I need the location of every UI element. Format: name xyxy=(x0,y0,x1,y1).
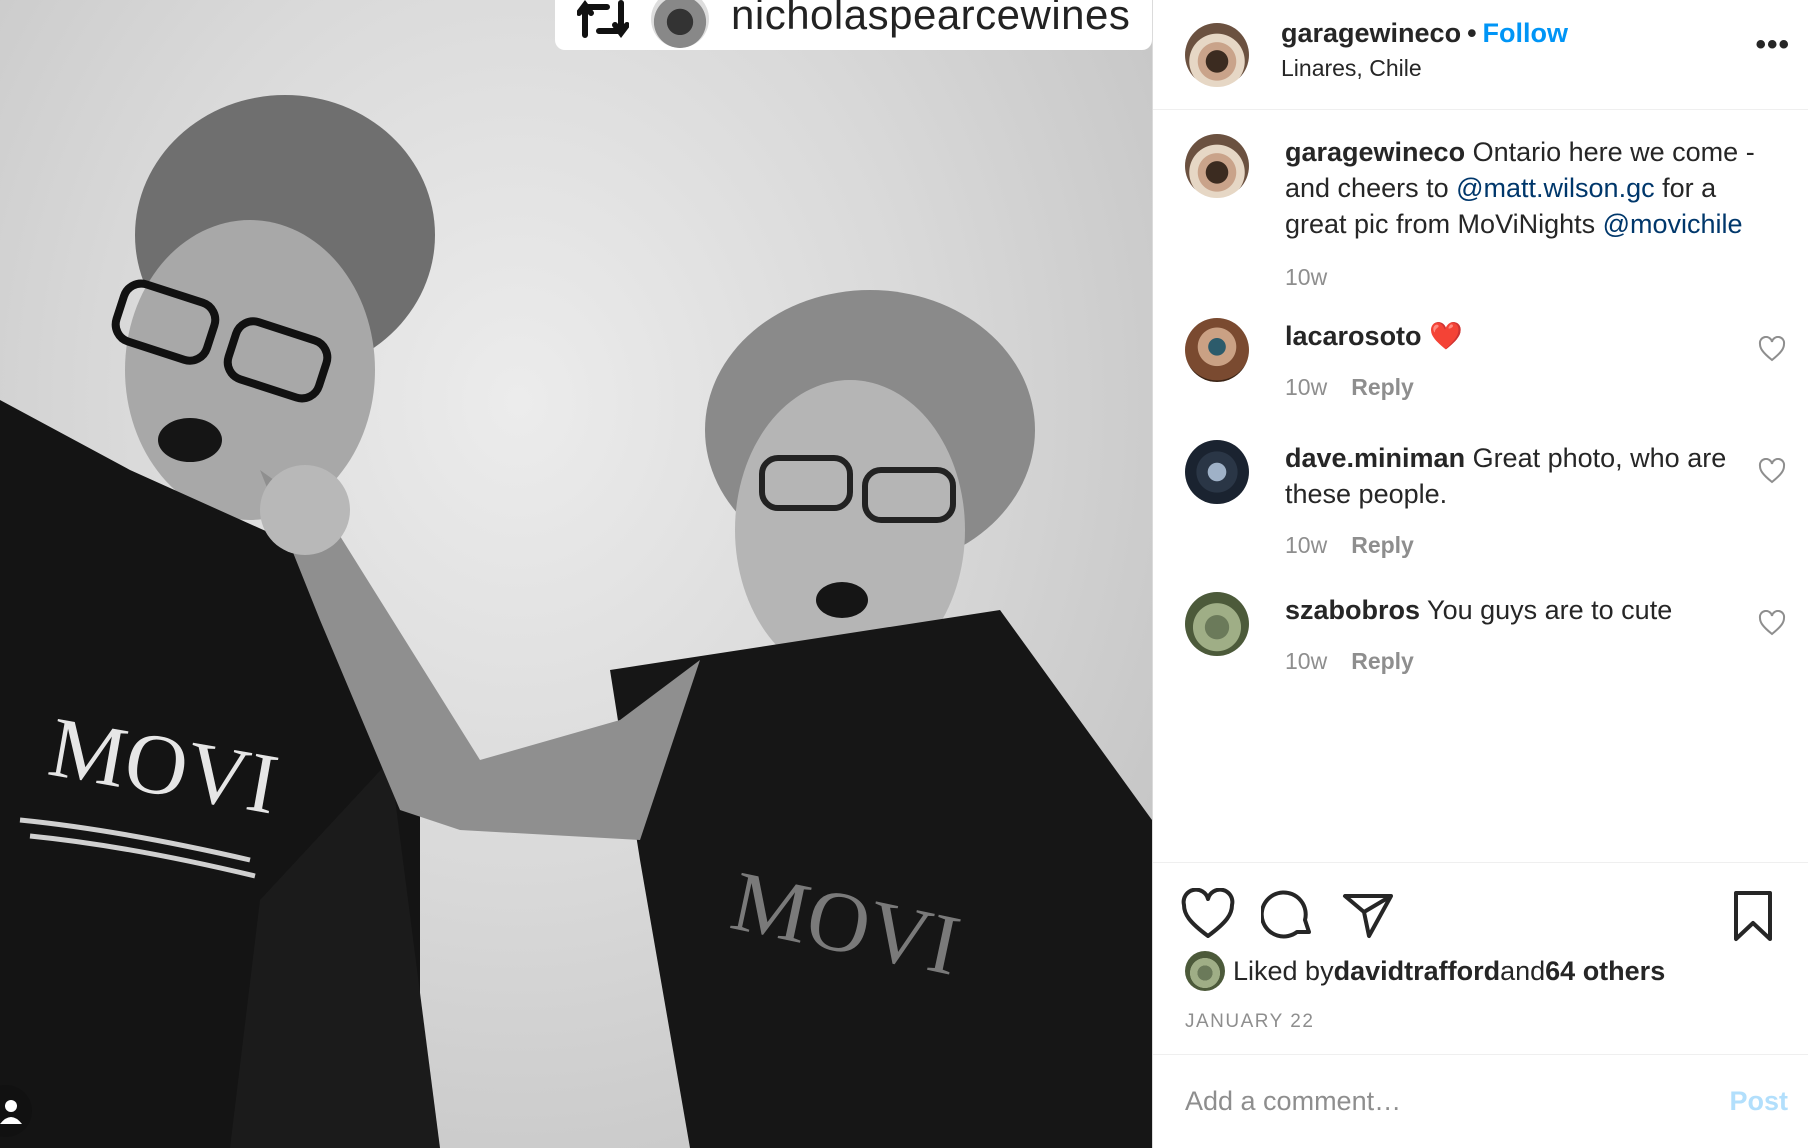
mention-link[interactable]: @movichile xyxy=(1603,209,1743,239)
comment-meta: 10w Reply xyxy=(1285,648,1785,675)
comment-content: You guys are to cute xyxy=(1420,595,1673,625)
caption-username[interactable]: garagewineco xyxy=(1285,137,1465,167)
caption-body: garagewineco Ontario here we come - and … xyxy=(1285,134,1785,291)
comment-time[interactable]: 10w xyxy=(1285,648,1327,675)
caption: garagewineco Ontario here we come - and … xyxy=(1185,134,1798,291)
post-location[interactable]: Linares, Chile xyxy=(1281,55,1568,82)
save-bookmark-icon[interactable] xyxy=(1726,889,1780,943)
post-header: garagewineco • Follow Linares, Chile ••• xyxy=(1153,0,1808,110)
comments-section: garagewineco Ontario here we come - and … xyxy=(1153,110,1808,862)
man-mouth xyxy=(158,418,222,462)
like-comment-heart-icon[interactable] xyxy=(1758,336,1786,362)
comment-item: dave.miniman Great photo, who are these … xyxy=(1185,440,1798,559)
post-photo[interactable]: MOVI MOVI nicholaspearcewines xyxy=(0,0,1152,1148)
separator-dot: • xyxy=(1467,17,1477,48)
comment-text: dave.miniman Great photo, who are these … xyxy=(1285,440,1785,512)
repost-icon xyxy=(577,0,629,38)
comment-bubble-icon[interactable] xyxy=(1261,888,1315,942)
reply-button[interactable]: Reply xyxy=(1351,374,1414,401)
like-heart-icon[interactable] xyxy=(1181,888,1235,942)
repost-username[interactable]: nicholaspearcewines xyxy=(731,0,1130,39)
mention-link[interactable]: @matt.wilson.gc xyxy=(1456,173,1654,203)
woman-torso xyxy=(610,610,1152,1148)
comment-time[interactable]: 10w xyxy=(1285,374,1327,401)
like-comment-heart-icon[interactable] xyxy=(1758,458,1786,484)
author-info: garagewineco • Follow Linares, Chile xyxy=(1281,18,1568,82)
woman-fist xyxy=(260,465,350,555)
reply-button[interactable]: Reply xyxy=(1351,648,1414,675)
commenter-avatar[interactable] xyxy=(1185,440,1249,504)
likes-prefix: Liked by xyxy=(1233,955,1334,986)
post-actions: Liked by davidtrafford and 64 others JAN… xyxy=(1153,862,1808,1054)
instagram-post: MOVI MOVI nicholaspearcewines garagewine… xyxy=(0,0,1808,1148)
commenter-avatar[interactable] xyxy=(1185,592,1249,656)
person-icon xyxy=(0,1100,22,1124)
woman-mouth xyxy=(816,582,868,618)
comment-body: lacarosoto ❤️ 10w Reply xyxy=(1285,318,1785,401)
post-date[interactable]: JANUARY 22 xyxy=(1185,1011,1314,1033)
post-comment-button[interactable]: Post xyxy=(1729,1086,1788,1117)
comment-item: lacarosoto ❤️ 10w Reply xyxy=(1185,318,1798,401)
repost-avatar[interactable] xyxy=(651,0,709,48)
liker-username[interactable]: davidtrafford xyxy=(1334,956,1501,987)
author-username[interactable]: garagewineco xyxy=(1281,18,1461,48)
author-avatar[interactable] xyxy=(1185,22,1249,87)
likes-summary: Liked by davidtrafford and 64 others xyxy=(1185,951,1665,991)
comment-content: ❤️ xyxy=(1421,321,1463,351)
share-paper-plane-icon[interactable] xyxy=(1341,888,1395,942)
comment-item: szabobros You guys are to cute 10w Reply xyxy=(1185,592,1798,675)
comment-username[interactable]: lacarosoto xyxy=(1285,321,1422,351)
comment-username[interactable]: szabobros xyxy=(1285,595,1420,625)
author-line: garagewineco • Follow xyxy=(1281,18,1568,49)
caption-meta: 10w xyxy=(1285,264,1785,291)
caption-time[interactable]: 10w xyxy=(1285,264,1327,291)
more-options-icon[interactable]: ••• xyxy=(1755,28,1790,62)
comment-time[interactable]: 10w xyxy=(1285,532,1327,559)
comment-input[interactable] xyxy=(1185,1086,1730,1117)
photo-scene: MOVI MOVI xyxy=(0,95,1152,1148)
likes-others-count[interactable]: 64 others xyxy=(1545,956,1665,987)
like-comment-heart-icon[interactable] xyxy=(1758,610,1786,636)
caption-avatar[interactable] xyxy=(1185,134,1249,198)
add-comment-bar: Post xyxy=(1153,1054,1808,1148)
comment-meta: 10w Reply xyxy=(1285,532,1785,559)
comment-text: szabobros You guys are to cute xyxy=(1285,592,1785,628)
repost-banner[interactable]: nicholaspearcewines xyxy=(555,0,1152,50)
action-icons xyxy=(1181,887,1780,943)
comment-body: dave.miniman Great photo, who are these … xyxy=(1285,440,1785,559)
likes-middle: and xyxy=(1500,955,1546,986)
comment-username[interactable]: dave.miniman xyxy=(1285,443,1465,473)
commenter-avatar[interactable] xyxy=(1185,318,1249,382)
comment-meta: 10w Reply xyxy=(1285,374,1785,401)
reply-button[interactable]: Reply xyxy=(1351,532,1414,559)
liker-avatar[interactable] xyxy=(1185,951,1225,991)
post-side-panel: garagewineco • Follow Linares, Chile ••• g… xyxy=(1152,0,1808,1148)
follow-button[interactable]: Follow xyxy=(1483,18,1568,48)
comment-text: lacarosoto ❤️ xyxy=(1285,318,1785,354)
caption-text: garagewineco Ontario here we come - and … xyxy=(1285,134,1785,242)
comment-body: szabobros You guys are to cute 10w Reply xyxy=(1285,592,1785,675)
man-face xyxy=(125,220,375,520)
